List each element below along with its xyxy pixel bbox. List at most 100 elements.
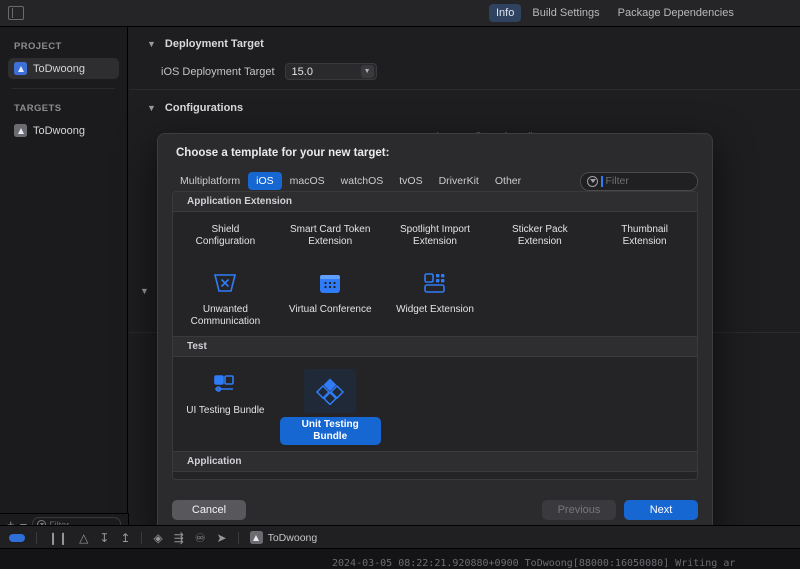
deployment-target-row: iOS Deployment Target 15.0 ▼: [129, 63, 800, 80]
unit-test-icon: [304, 369, 356, 413]
filter-icon: [587, 176, 598, 187]
platform-tab-driverkit[interactable]: DriverKit: [431, 172, 487, 190]
debug-toolbar: ❙❙ △ ↧ ↥ ◈ ⇶ ♾ ➤ ToDwoong: [0, 525, 800, 549]
tab-info[interactable]: Info: [489, 4, 521, 22]
download-icon[interactable]: ↧: [99, 532, 109, 544]
template-filter-input[interactable]: Filter: [580, 172, 698, 191]
divider: [36, 532, 37, 544]
section-title: Deployment Target: [165, 38, 264, 50]
next-button[interactable]: Next: [624, 500, 698, 520]
xcode-target-icon: [14, 124, 27, 137]
template-label: Widget Extension: [390, 302, 480, 318]
chevron-down-icon[interactable]: ▼: [147, 103, 156, 113]
deployment-target-label: iOS Deployment Target: [161, 66, 275, 78]
template-label: Unwanted Communication: [175, 302, 276, 330]
section-title: Configurations: [165, 102, 243, 114]
template-item-unwanted-communication[interactable]: Unwanted Communication: [173, 264, 278, 336]
divider: [238, 532, 239, 544]
ui-test-icon: [208, 369, 242, 399]
deployment-target-combo[interactable]: 15.0 ▼: [285, 63, 377, 80]
template-item-ar-app[interactable]: [592, 479, 697, 480]
platform-tab-macos[interactable]: macOS: [282, 172, 333, 190]
home-icon[interactable]: △: [79, 532, 88, 544]
package-icon[interactable]: ◈: [153, 532, 162, 544]
platform-tab-tvos[interactable]: tvOS: [391, 172, 430, 190]
deployment-target-value: 15.0: [292, 66, 313, 78]
template-label: Shield Configuration: [175, 222, 276, 250]
calendar-icon: [313, 268, 347, 298]
platform-tab-multiplatform[interactable]: Multiplatform: [172, 172, 248, 190]
active-scheme[interactable]: ToDwoong: [250, 531, 318, 544]
targets-section-header: TARGETS: [0, 89, 127, 120]
tab-build-settings[interactable]: Build Settings: [525, 4, 606, 22]
template-item-thumbnail-extension[interactable]: Thumbnail Extension: [592, 214, 697, 256]
template-item-framework[interactable]: [383, 479, 488, 480]
template-grid[interactable]: Application Extension Shield Configurati…: [172, 191, 698, 480]
sidebar-item-label: ToDwoong: [33, 125, 85, 137]
template-item-game[interactable]: [487, 479, 592, 480]
group-header-application-extension: Application Extension: [173, 192, 697, 212]
template-item-widget-extension[interactable]: Widget Extension: [383, 264, 488, 336]
platform-tab-ios[interactable]: iOS: [248, 172, 282, 190]
platform-tab-watchos[interactable]: watchOS: [333, 172, 392, 190]
template-item-virtual-conference[interactable]: Virtual Conference: [278, 264, 383, 336]
template-label: Virtual Conference: [283, 302, 378, 318]
top-tab-bar: Info Build Settings Package Dependencies: [0, 0, 800, 27]
template-row: [173, 472, 697, 480]
template-label: Unit Testing Bundle: [280, 417, 381, 445]
sidebar-item-project-todwoong[interactable]: ToDwoong: [8, 58, 119, 79]
network-icon[interactable]: ⇶: [174, 532, 184, 544]
group-header-test: Test: [173, 336, 697, 357]
deployment-target-section[interactable]: ▼ Deployment Target: [129, 38, 800, 50]
chevron-down-icon[interactable]: ▼: [147, 39, 156, 49]
template-label: Spotlight Import Extension: [385, 222, 486, 250]
template-row: Unwanted Communication Virtual: [173, 256, 697, 336]
platform-tab-other[interactable]: Other: [487, 172, 529, 190]
blocked-call-icon: [208, 268, 242, 298]
template-item-shield-configuration[interactable]: Shield Configuration: [173, 214, 278, 256]
memory-icon[interactable]: ♾: [195, 532, 206, 544]
sidebar-toggle-icon[interactable]: [8, 6, 24, 20]
filter-placeholder: Filter: [606, 175, 629, 187]
console-output[interactable]: 2024-03-05 08:22:21.920880+0900 ToDwoong…: [0, 548, 800, 569]
previous-button[interactable]: Previous: [542, 500, 616, 520]
template-item-unit-testing-bundle[interactable]: Unit Testing Bundle: [278, 365, 383, 451]
tab-package-dependencies[interactable]: Package Dependencies: [611, 4, 741, 22]
template-row: UI Testing Bundle Unit Testing Bundle: [173, 357, 697, 451]
record-icon[interactable]: [9, 534, 25, 542]
upload-icon[interactable]: ↥: [120, 532, 130, 544]
sidebar-item-label: ToDwoong: [33, 63, 85, 75]
template-item-empty: [487, 365, 592, 451]
pause-icon[interactable]: ❙❙: [48, 532, 68, 544]
location-icon[interactable]: ➤: [217, 532, 227, 544]
template-item-empty: [487, 264, 592, 336]
sidebar-item-target-todwoong[interactable]: ToDwoong: [8, 120, 119, 141]
template-label: Smart Card Token Extension: [280, 222, 381, 250]
platform-tabs: Multiplatform iOS macOS watchOS tvOS Dri…: [172, 170, 698, 192]
template-item-ui-testing-bundle[interactable]: UI Testing Bundle: [173, 365, 278, 451]
chevron-down-icon[interactable]: ▼: [361, 65, 374, 78]
project-navigator: PROJECT ToDwoong TARGETS ToDwoong: [0, 27, 128, 513]
console-log-line: 2024-03-05 08:22:21.920880+0900 ToDwoong…: [332, 558, 735, 569]
template-item-app[interactable]: [173, 479, 278, 480]
configurations-section[interactable]: ▼ Configurations: [129, 102, 800, 114]
template-item-smart-card-token-extension[interactable]: Smart Card Token Extension: [278, 214, 383, 256]
cancel-button[interactable]: Cancel: [172, 500, 246, 520]
template-label: Thumbnail Extension: [594, 222, 695, 250]
dialog-title: Choose a template for your new target:: [158, 134, 712, 159]
xcode-project-icon: [14, 62, 27, 75]
scheme-label: ToDwoong: [268, 532, 318, 544]
template-item-document-app[interactable]: [278, 479, 383, 480]
template-item-sticker-pack-extension[interactable]: Sticker Pack Extension: [487, 214, 592, 256]
group-header-application: Application: [173, 451, 697, 472]
inspector-tabs: Info Build Settings Package Dependencies: [489, 4, 741, 22]
chevron-down-icon[interactable]: ▼: [140, 286, 149, 296]
project-section-header: PROJECT: [0, 27, 127, 58]
template-item-empty: [383, 365, 488, 451]
template-item-empty: [592, 264, 697, 336]
template-item-spotlight-import-extension[interactable]: Spotlight Import Extension: [383, 214, 488, 256]
template-label: Sticker Pack Extension: [489, 222, 590, 250]
divider: [129, 89, 800, 90]
divider: [141, 532, 142, 544]
template-item-empty: [592, 365, 697, 451]
